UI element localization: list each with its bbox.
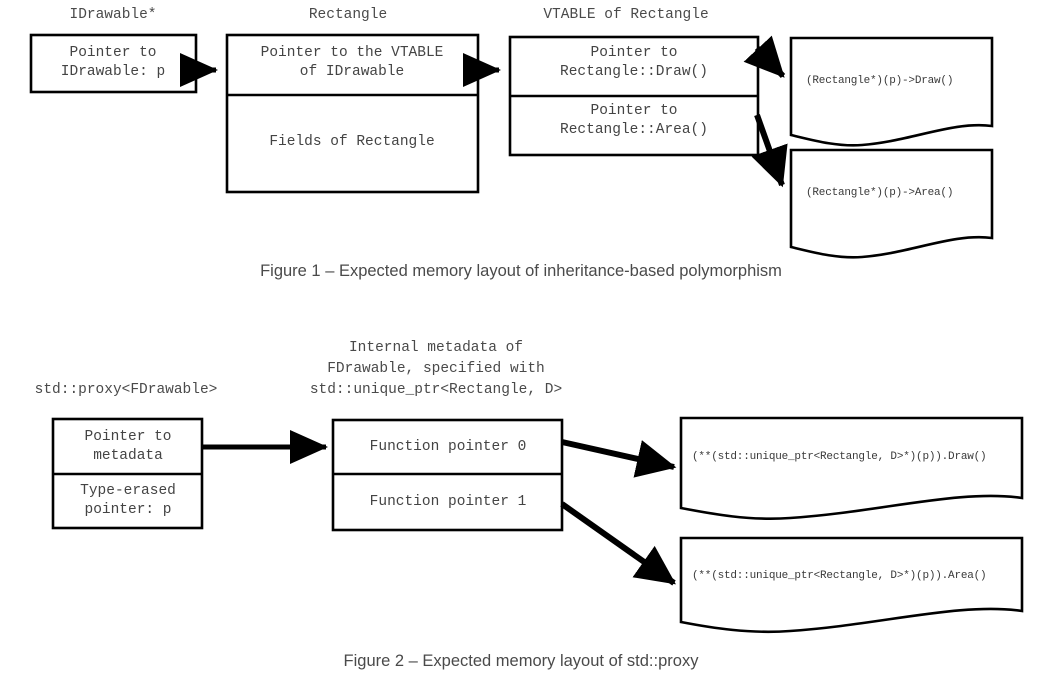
- figure1-header-idrawable: IDrawable*: [69, 7, 157, 23]
- figure1-rectangle-slot1-line1: Pointer to the VTABLE: [260, 45, 444, 61]
- figure1-idrawable-line1: Pointer to: [69, 45, 157, 61]
- figure2-caption: Figure 2 – Expected memory layout of std…: [343, 652, 699, 670]
- figure2-header-metadata-line1: Internal metadata of: [348, 340, 524, 356]
- figure1-header-rectangle: Rectangle: [308, 7, 388, 23]
- figure2-note-area-shape: [679, 536, 1024, 634]
- figure1-arrow-draw-slot-to-note: [743, 35, 786, 79]
- figure1-vtable-slot2-line2: Rectangle::Area(): [560, 122, 708, 138]
- figure1-caption: Figure 1 – Expected memory layout of inh…: [260, 262, 782, 280]
- figure2-proxy-slot1-line1: Pointer to: [84, 429, 172, 445]
- diagram-canvas: IDrawable* Rectangle VTABLE of Rectangle…: [0, 0, 1042, 683]
- figure2-metadata-box-shape: [331, 418, 564, 532]
- figure1-header-vtable: VTABLE of Rectangle: [543, 7, 709, 23]
- figure1-arrow-area-slot-to-note: [751, 113, 788, 188]
- figure1-note-area-text: (Rectangle*)(p)->Area(): [806, 187, 954, 199]
- figure2-header-metadata-line3: std::unique_ptr<Rectangle, D>: [309, 382, 563, 398]
- figure1-note-draw-text: (Rectangle*)(p)->Draw(): [806, 75, 954, 87]
- figure1-vtable-slot1-line2: Rectangle::Draw(): [560, 64, 708, 80]
- figure2-arrow-fp0-to-note: [561, 439, 677, 478]
- figure2-proxy-slot2-line1: Type-erased: [80, 483, 176, 499]
- figure1-rectangle-slot1-line2: of IDrawable: [299, 64, 405, 80]
- figure2-header-metadata-line2: FDrawable, specified with: [327, 361, 545, 377]
- figure1-rectangle-slot2: Fields of Rectangle: [269, 134, 435, 150]
- figure2-proxy-slot2-line2: pointer: p: [84, 502, 172, 518]
- figure1-vtable-slot2-line1: Pointer to: [590, 103, 678, 119]
- figure2-arrow-fp1-to-note: [560, 501, 676, 586]
- figure1-idrawable-line2: IDrawable: p: [60, 64, 166, 80]
- figure1-vtable-slot1-line1: Pointer to: [590, 45, 678, 61]
- figure2-note-draw-text: (**(std::unique_ptr<Rectangle, D>*)(p)).…: [692, 451, 987, 463]
- figure2-proxy-slot1-line2: metadata: [93, 448, 163, 464]
- figure2-metadata-slot1: Function pointer 0: [369, 439, 527, 455]
- figure2-metadata-slot2: Function pointer 1: [369, 494, 527, 510]
- figure2-header-proxy: std::proxy<FDrawable>: [34, 382, 218, 398]
- figure2-note-area-text: (**(std::unique_ptr<Rectangle, D>*)(p)).…: [692, 570, 987, 582]
- figure1-note-draw-shape: [789, 36, 994, 147]
- figure1-note-area-shape: [789, 148, 994, 259]
- figure2-note-draw-shape: [679, 416, 1024, 521]
